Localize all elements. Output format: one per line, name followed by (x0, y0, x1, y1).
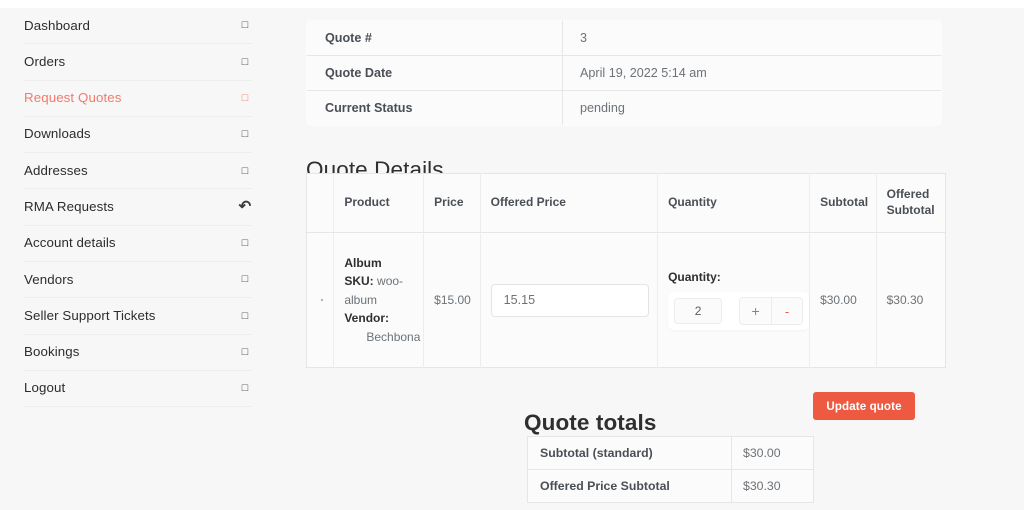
account-sidebar: Dashboard □ Orders □ Request Quotes □ Do… (0, 8, 276, 510)
sidebar-item-label: Dashboard (24, 19, 90, 33)
square-icon: □ (238, 129, 252, 140)
sidebar-item-request-quotes[interactable]: Request Quotes □ (24, 81, 252, 117)
column-header-mark (307, 174, 334, 233)
sidebar-item-label: RMA Requests (24, 200, 114, 214)
table-row: Quote # 3 (307, 21, 942, 56)
offered-price-cell (480, 233, 657, 368)
sidebar-nav-list: Dashboard □ Orders □ Request Quotes □ Do… (0, 8, 276, 407)
quote-details-table: Product Price Offered Price Quantity Sub… (306, 173, 946, 368)
current-status-value: pending (563, 91, 942, 126)
quantity-buttons: + - (739, 297, 803, 325)
offered-price-subtotal-label: Offered Price Subtotal (528, 470, 732, 503)
quote-number-label: Quote # (307, 21, 563, 56)
product-cell: Album SKU: woo-album Vendor: Bechbona (334, 233, 424, 368)
square-icon: □ (238, 20, 252, 31)
subtotal-value: $30.00 (810, 233, 877, 368)
subtotal-standard-value: $30.00 (732, 437, 814, 470)
vendor-value: Bechbona (344, 328, 423, 347)
quantity-stepper: + - (668, 292, 809, 330)
column-header-subtotal: Subtotal (810, 174, 877, 233)
sidebar-item-label: Bookings (24, 345, 80, 359)
subtotal-standard-label: Subtotal (standard) (528, 437, 732, 470)
sidebar-item-label: Logout (24, 381, 65, 395)
table-header-row: Product Price Offered Price Quantity Sub… (307, 174, 946, 233)
sidebar-item-label: Request Quotes (24, 91, 122, 105)
quantity-cell: Quantity: + - (658, 233, 810, 368)
square-icon: □ (238, 274, 252, 285)
square-icon: □ (238, 57, 252, 68)
page-root: Dashboard □ Orders □ Request Quotes □ Do… (0, 0, 1024, 510)
update-quote-button[interactable]: Update quote (813, 392, 915, 420)
offered-subtotal-value: $30.30 (876, 233, 945, 368)
square-icon: □ (238, 383, 252, 394)
table-row: Subtotal (standard) $30.00 (528, 437, 814, 470)
quote-totals-title: Quote totals (524, 410, 656, 436)
table-row: Album SKU: woo-album Vendor: Bechbona $1… (307, 233, 946, 368)
product-name: Album (344, 254, 423, 273)
column-header-price: Price (424, 174, 480, 233)
row-marker-cell (307, 233, 334, 368)
sidebar-item-addresses[interactable]: Addresses □ (24, 153, 252, 189)
vendor-label: Vendor: (344, 311, 389, 325)
sidebar-item-label: Downloads (24, 127, 91, 141)
product-sku: SKU: woo-album (344, 272, 423, 309)
quote-info-table: Quote # 3 Quote Date April 19, 2022 5:14… (306, 20, 942, 126)
sidebar-item-seller-support-tickets[interactable]: Seller Support Tickets □ (24, 298, 252, 334)
sidebar-item-rma-requests[interactable]: RMA Requests ↶ (24, 189, 252, 225)
offered-price-input[interactable] (491, 284, 649, 317)
sidebar-item-label: Account details (24, 236, 116, 250)
quantity-label: Quantity: (668, 270, 809, 284)
column-header-quantity: Quantity (658, 174, 810, 233)
undo-arrow-icon: ↶ (238, 199, 252, 214)
sidebar-item-label: Orders (24, 55, 65, 69)
increment-button[interactable]: + (740, 298, 771, 324)
sidebar-item-label: Vendors (24, 273, 74, 287)
sidebar-item-label: Seller Support Tickets (24, 309, 156, 323)
decrement-button[interactable]: - (771, 298, 802, 324)
sidebar-item-dashboard[interactable]: Dashboard □ (24, 8, 252, 44)
quote-date-value: April 19, 2022 5:14 am (563, 56, 942, 91)
table-row: Current Status pending (307, 91, 942, 126)
column-header-offered-subtotal: Offered Subtotal (876, 174, 945, 233)
sidebar-item-bookings[interactable]: Bookings □ (24, 335, 252, 371)
sidebar-item-account-details[interactable]: Account details □ (24, 226, 252, 262)
square-icon: □ (238, 93, 252, 104)
sku-label: SKU: (344, 274, 373, 288)
quote-number-value: 3 (563, 21, 942, 56)
square-icon: □ (238, 238, 252, 249)
quantity-input[interactable] (674, 298, 722, 324)
price-value: $15.00 (424, 233, 480, 368)
table-row: Quote Date April 19, 2022 5:14 am (307, 56, 942, 91)
offered-price-subtotal-value: $30.30 (732, 470, 814, 503)
sidebar-item-orders[interactable]: Orders □ (24, 44, 252, 80)
top-strip (0, 0, 1024, 8)
sidebar-item-logout[interactable]: Logout □ (24, 371, 252, 407)
current-status-label: Current Status (307, 91, 563, 126)
column-header-offered-price: Offered Price (480, 174, 657, 233)
square-icon: □ (238, 311, 252, 322)
table-row: Offered Price Subtotal $30.30 (528, 470, 814, 503)
quote-date-label: Quote Date (307, 56, 563, 91)
sidebar-item-label: Addresses (24, 164, 88, 178)
product-vendor: Vendor: (344, 309, 423, 328)
column-header-product: Product (334, 174, 424, 233)
sidebar-item-downloads[interactable]: Downloads □ (24, 117, 252, 153)
square-icon: □ (238, 166, 252, 177)
square-icon: □ (238, 347, 252, 358)
quote-totals-table: Subtotal (standard) $30.00 Offered Price… (527, 436, 814, 503)
main-content: Quote # 3 Quote Date April 19, 2022 5:14… (276, 8, 1024, 510)
bullet-icon (321, 299, 323, 301)
sidebar-item-vendors[interactable]: Vendors □ (24, 262, 252, 298)
